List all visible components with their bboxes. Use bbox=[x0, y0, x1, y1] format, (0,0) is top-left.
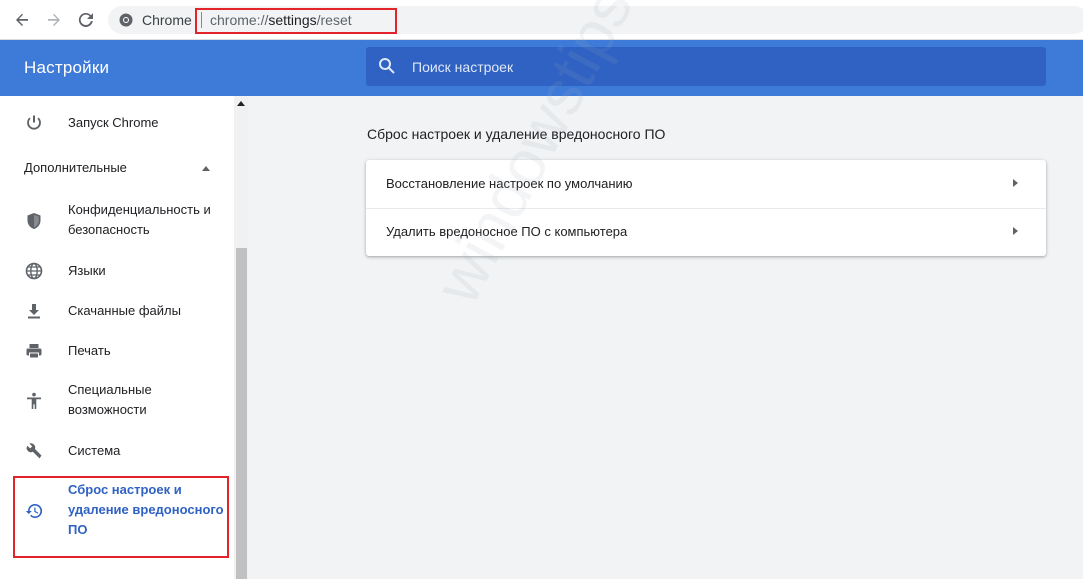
row-label: Восстановление настроек по умолчанию bbox=[386, 176, 633, 191]
cleanup-computer-row[interactable]: Удалить вредоносное ПО с компьютера bbox=[366, 208, 1046, 256]
forward-button[interactable] bbox=[42, 8, 66, 32]
sidebar-item-accessibility[interactable]: Специальные возможности bbox=[0, 380, 234, 424]
page-title: Настройки bbox=[24, 58, 110, 77]
url-highlight-box bbox=[195, 8, 397, 34]
row-label: Удалить вредоносное ПО с компьютера bbox=[386, 224, 628, 239]
reload-icon bbox=[78, 12, 93, 27]
sidebar-item-label: Языки bbox=[68, 263, 106, 278]
accessibility-icon bbox=[24, 391, 44, 411]
browser-toolbar: Chrome chrome://settings/reset bbox=[0, 0, 1083, 40]
printer-icon bbox=[24, 341, 44, 361]
arrow-left-icon bbox=[16, 13, 28, 26]
sidebar-item-on-startup[interactable]: Запуск Chrome bbox=[0, 110, 234, 136]
chevron-right-icon bbox=[1013, 227, 1018, 235]
search-placeholder: Поиск настроек bbox=[412, 59, 514, 75]
scroll-up-arrow-icon[interactable] bbox=[237, 101, 245, 106]
power-icon bbox=[24, 113, 44, 133]
sidebar-item-languages[interactable]: Языки bbox=[0, 260, 234, 284]
sidebar-item-printing[interactable]: Печать bbox=[0, 340, 234, 364]
advanced-section-toggle[interactable]: Дополнительные bbox=[24, 160, 127, 175]
shield-icon bbox=[24, 211, 44, 231]
search-icon bbox=[379, 58, 395, 74]
restore-defaults-row[interactable]: Восстановление настроек по умолчанию bbox=[366, 160, 1046, 208]
site-chip-label: Chrome bbox=[142, 12, 192, 28]
sidebar-item-label: Система bbox=[68, 443, 121, 458]
sidebar-item-system[interactable]: Система bbox=[0, 440, 234, 464]
download-icon bbox=[24, 301, 44, 321]
chevron-up-icon[interactable] bbox=[202, 166, 210, 171]
sidebar-item-label: Скачанные файлы bbox=[68, 303, 181, 318]
sidebar-item-downloads[interactable]: Скачанные файлы bbox=[0, 300, 234, 324]
globe-icon bbox=[24, 261, 44, 281]
sidebar-item-label: Специальные возможности bbox=[68, 382, 152, 417]
scrollbar-thumb[interactable] bbox=[236, 248, 247, 579]
chrome-icon bbox=[119, 13, 133, 27]
section-title: Сброс настроек и удаление вредоносного П… bbox=[367, 126, 666, 142]
sidebar-item-label: Конфиденциальность и безопасность bbox=[68, 202, 211, 237]
wrench-icon bbox=[24, 441, 44, 461]
arrow-right-icon bbox=[48, 13, 60, 26]
reload-button[interactable] bbox=[74, 8, 98, 32]
reset-highlight-box bbox=[13, 476, 229, 558]
back-button[interactable] bbox=[10, 8, 34, 32]
reset-card: Восстановление настроек по умолчанию Уда… bbox=[366, 160, 1046, 256]
sidebar-item-label: Запуск Chrome bbox=[68, 115, 159, 130]
sidebar-item-privacy[interactable]: Конфиденциальность и безопасность bbox=[0, 200, 234, 244]
chevron-right-icon bbox=[1013, 179, 1018, 187]
sidebar-item-label: Печать bbox=[68, 343, 111, 358]
